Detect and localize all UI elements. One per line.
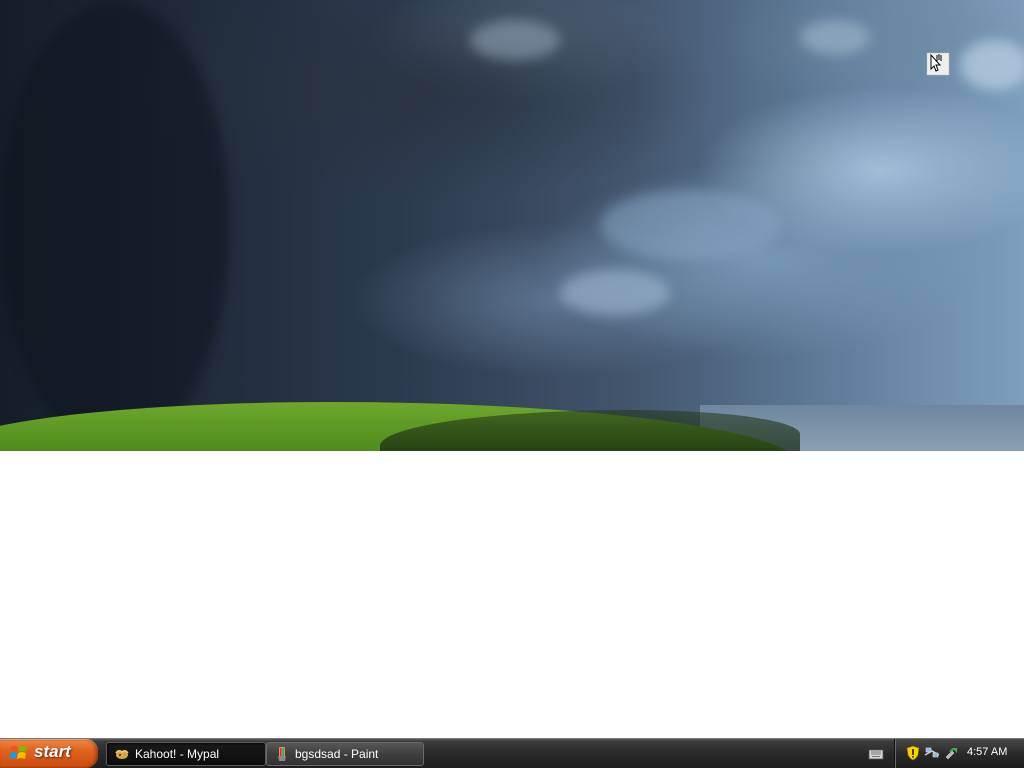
security-shield-icon[interactable] xyxy=(905,745,921,761)
taskbar-button-paint[interactable]: bgsdsad - Paint xyxy=(266,742,424,766)
taskbar-button-label: bgsdsad - Paint xyxy=(295,747,379,761)
taskbar: start Kahoot! - Mypal bgsdsad - Paint 4:… xyxy=(0,738,1024,768)
keyboard-icon[interactable] xyxy=(868,747,884,761)
windows-logo-icon xyxy=(10,746,27,759)
paint-icon xyxy=(278,747,286,761)
cloud-shape xyxy=(800,20,870,55)
start-label: start xyxy=(34,742,71,761)
system-tray: 4:57 AM xyxy=(894,739,1024,768)
cloud-shape xyxy=(960,40,1024,90)
taskbar-button-label: Kahoot! - Mypal xyxy=(135,747,220,761)
desktop-wallpaper xyxy=(0,0,1024,451)
clock[interactable]: 4:57 AM xyxy=(967,746,1007,758)
mouse-cursor-icon xyxy=(926,52,950,76)
cloud-shape xyxy=(470,20,560,60)
network-icon[interactable] xyxy=(924,745,940,761)
mypal-browser-icon xyxy=(115,749,129,759)
desktop[interactable] xyxy=(0,0,1024,738)
cloud-shape xyxy=(560,270,670,315)
taskbar-button-mypal[interactable]: Kahoot! - Mypal xyxy=(106,742,266,766)
cloud-shape xyxy=(0,0,230,451)
safely-remove-hardware-icon[interactable] xyxy=(943,745,959,761)
cloud-shape xyxy=(600,190,780,260)
start-button[interactable]: start xyxy=(0,739,98,768)
